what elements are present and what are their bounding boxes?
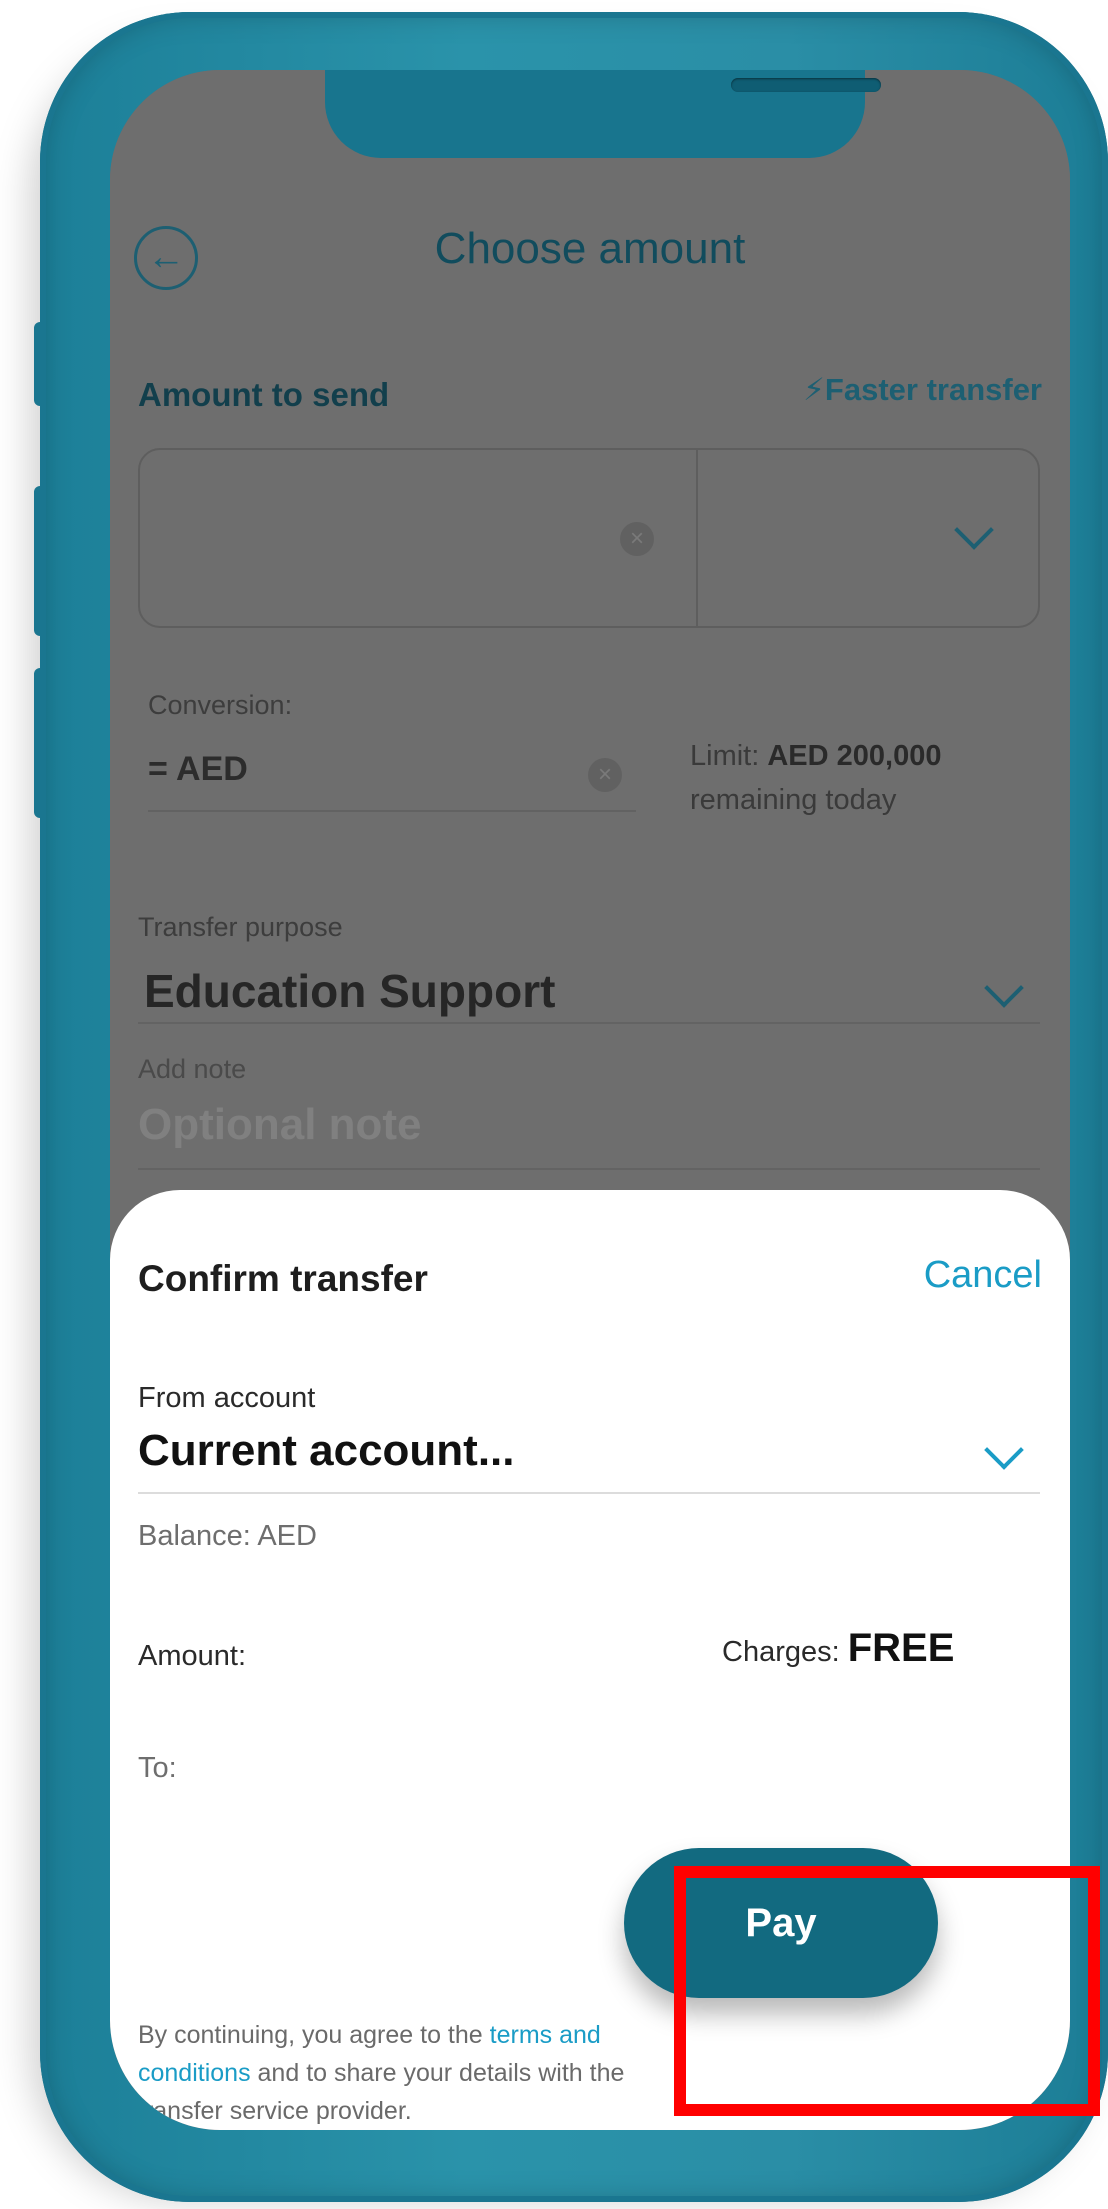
phone-speaker [731,78,881,92]
app-screenshot: ← Choose amount Amount to send ⚡Faster t… [0,0,1108,2209]
confirm-transfer-title: Confirm transfer [138,1258,428,1299]
charges-summary: Charges: FREE [722,1626,954,1671]
limit-suffix: remaining today [690,784,897,816]
transfer-purpose-select[interactable]: Education Support [144,964,555,1018]
amount-to-send-label: Amount to send [138,376,390,413]
note-input[interactable]: Optional note [138,1100,422,1150]
phone-side-button [34,322,46,406]
legal-prefix: By continuing, you agree to the [138,2021,483,2049]
phone-volume-down [34,668,46,818]
faster-transfer-label: Faster transfer [824,372,1042,407]
add-note-label: Add note [138,1054,247,1084]
conversion-label: Conversion: [148,690,293,720]
to-summary-label: To: [138,1752,177,1784]
amount-summary-label: Amount: [138,1640,246,1672]
pay-button-highlight [674,1866,1100,2116]
cancel-button[interactable]: Cancel [924,1254,1042,1297]
page-title: Choose amount [434,224,746,273]
amount-input-group: × [138,448,1040,628]
phone-notch [325,70,881,158]
chevron-down-icon [954,510,994,550]
terms-notice: By continuing, you agree to the terms an… [138,2016,658,2130]
daily-limit-text: Limit: AED 200,000 remaining today [690,734,941,822]
note-underline [138,1168,1040,1170]
limit-prefix: Limit: [690,740,760,772]
transfer-purpose-label: Transfer purpose [138,912,343,942]
phone-volume-up [34,486,46,636]
chevron-down-icon[interactable] [984,968,1024,1008]
conversion-value[interactable]: = AED [148,750,248,789]
limit-amount: AED 200,000 [767,740,942,772]
lightning-bolt-icon: ⚡ [803,372,825,407]
purpose-underline [138,1022,1040,1024]
conversion-underline [148,810,636,812]
clear-conversion-icon[interactable]: × [588,758,622,792]
amount-input[interactable] [140,450,696,626]
faster-transfer-link[interactable]: ⚡Faster transfer [803,372,1042,408]
chevron-down-icon[interactable] [984,1430,1024,1470]
balance-text: Balance: AED [138,1520,317,1552]
clear-amount-icon[interactable]: × [620,522,654,556]
from-account-underline [138,1492,1040,1494]
currency-select[interactable] [698,450,1040,626]
from-account-select[interactable]: Current account... [138,1426,515,1476]
from-account-label: From account [138,1382,316,1414]
charges-value: FREE [847,1626,955,1670]
charges-label: Charges: [722,1636,840,1668]
phone-screen: ← Choose amount Amount to send ⚡Faster t… [110,70,1070,2130]
choose-amount-screen: ← Choose amount Amount to send ⚡Faster t… [110,70,1070,2130]
